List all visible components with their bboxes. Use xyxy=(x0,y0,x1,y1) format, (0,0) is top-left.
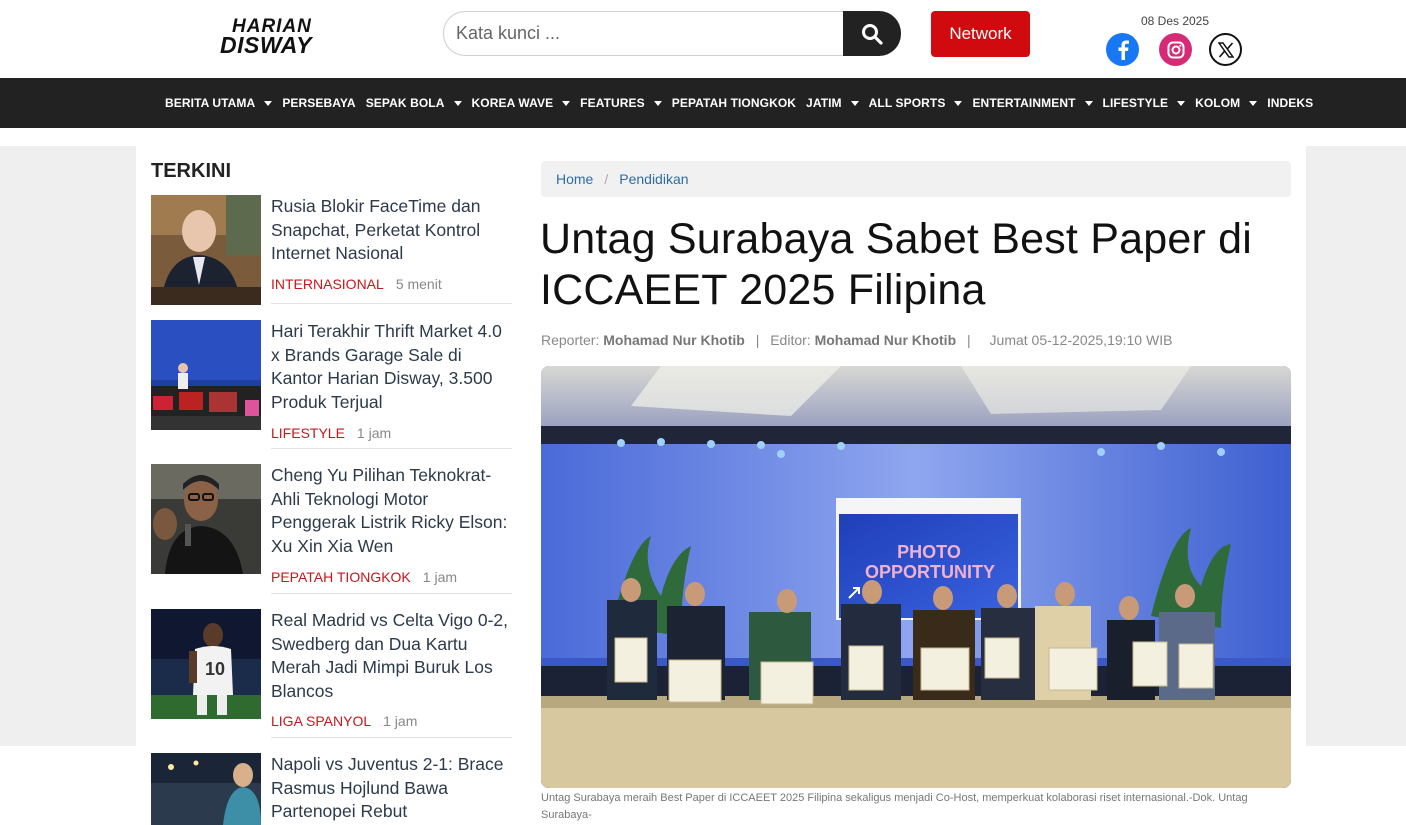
nav-item-label: KOREA WAVE xyxy=(471,96,554,110)
nav-item-label: KOLOM xyxy=(1195,96,1241,110)
breadcrumb-home[interactable]: Home xyxy=(556,171,593,187)
nav-item-entertainment[interactable]: ENTERTAINMENT xyxy=(972,96,1093,110)
caret-down-icon[interactable] xyxy=(954,100,963,106)
breadcrumb-separator: / xyxy=(604,171,609,187)
nav-item-berita-utama[interactable]: BERITA UTAMA xyxy=(165,96,273,110)
nav-item-label: JATIM xyxy=(806,96,842,110)
news-meta: LIFESTYLE 1 jam xyxy=(271,425,391,441)
news-thumbnail[interactable]: 10 xyxy=(151,609,261,719)
nav-list: BERITA UTAMA PERSEBAYA SEPAK BOLA KOREA WAV… xyxy=(165,78,1323,128)
current-date: 08 Des 2025 xyxy=(1140,14,1210,28)
sidebar-heading: TERKINI xyxy=(151,160,231,182)
search-icon xyxy=(862,23,883,45)
site-logo[interactable]: HARIAN DISWAY xyxy=(218,12,348,56)
image-caption: Untag Surabaya meraih Best Paper di ICCA… xyxy=(541,792,1248,821)
nav-item-label: SEPAK BOLA xyxy=(365,96,445,110)
network-button[interactable]: Network xyxy=(931,11,1030,57)
news-time: 1 jam xyxy=(383,713,418,729)
news-title[interactable]: Rusia Blokir FaceTime dan Snapchat, Perk… xyxy=(271,195,512,266)
reporter-label: Reporter: xyxy=(541,332,600,348)
nav-item-label: PERSEBAYA xyxy=(282,96,356,110)
news-meta: LIGA SPANYOL 1 jam xyxy=(271,713,417,729)
divider xyxy=(271,593,512,594)
hero-screen-text-1: PHOTO xyxy=(897,542,961,562)
editor-label: Editor: xyxy=(770,332,811,348)
caret-down-icon[interactable] xyxy=(562,100,571,106)
news-time: 1 jam xyxy=(356,425,392,441)
news-title[interactable]: Cheng Yu Pilihan Teknokrat-Ahli Teknolog… xyxy=(271,464,512,558)
top-header: HARIAN DISWAY Network 08 Des 2025 xyxy=(0,0,1406,78)
breadcrumb: Home / Pendidikan xyxy=(541,161,1291,197)
nav-item-features[interactable]: FEATURES xyxy=(580,96,662,110)
search-bar xyxy=(443,11,901,56)
nav-item-sepak-bola[interactable]: SEPAK BOLA xyxy=(366,96,462,110)
news-thumbnail[interactable] xyxy=(151,195,261,305)
nav-item-label: PEPATAH TIONGKOK xyxy=(671,96,797,110)
publish-datetime: Jumat 05-12-2025,19:10 WIB xyxy=(989,332,1173,348)
news-title[interactable]: Hari Terakhir Thrift Market 4.0 x Brands… xyxy=(271,320,512,414)
news-meta: INTERNASIONAL 5 menit xyxy=(271,276,442,292)
x-twitter-link[interactable] xyxy=(1209,33,1242,66)
caret-down-icon[interactable] xyxy=(1084,100,1093,106)
facebook-icon xyxy=(1118,40,1129,60)
nav-item-label: BERITA UTAMA xyxy=(165,96,256,110)
nav-item-all-sports[interactable]: ALL SPORTS xyxy=(869,96,963,110)
article-hero-image[interactable]: PHOTO OPPORTUNITY xyxy=(541,366,1291,788)
nav-item-korea-wave[interactable]: KOREA WAVE xyxy=(472,96,571,110)
news-category[interactable]: INTERNASIONAL xyxy=(271,276,384,292)
divider xyxy=(271,737,512,738)
nav-item-pepatah-tiongkok[interactable]: PEPATAH TIONGKOK xyxy=(672,96,796,110)
caret-down-icon[interactable] xyxy=(1177,100,1186,106)
search-button[interactable] xyxy=(843,11,901,56)
facebook-link[interactable] xyxy=(1106,33,1139,66)
news-thumbnail[interactable] xyxy=(151,753,261,825)
news-title[interactable]: Napoli vs Juventus 2-1: Brace Rasmus Hoj… xyxy=(271,753,512,824)
article-title: Untag Surabaya Sabet Best Paper di ICCAE… xyxy=(540,215,1252,314)
news-thumbnail[interactable] xyxy=(151,464,261,574)
byline-separator: | xyxy=(755,332,760,348)
news-category[interactable]: LIGA SPANYOL xyxy=(271,713,371,729)
caret-down-icon[interactable] xyxy=(653,100,662,106)
caret-down-icon[interactable] xyxy=(264,100,273,106)
news-title[interactable]: Real Madrid vs Celta Vigo 0-2, Swedberg … xyxy=(271,609,512,703)
nav-item-jatim[interactable]: JATIM xyxy=(806,96,859,110)
nav-item-kolom[interactable]: KOLOM xyxy=(1195,96,1258,110)
article-byline: Reporter: Mohamad Nur Khotib | Editor: M… xyxy=(541,332,1172,348)
caret-down-icon[interactable] xyxy=(1249,100,1258,106)
news-category[interactable]: LIFESTYLE xyxy=(271,425,345,441)
hero-screen-text-2: OPPORTUNITY xyxy=(865,562,995,582)
byline-separator: | xyxy=(967,332,971,348)
search-input[interactable] xyxy=(443,11,843,56)
reporter-name[interactable]: Mohamad Nur Khotib xyxy=(603,332,745,348)
news-thumbnail[interactable] xyxy=(151,320,261,430)
x-icon xyxy=(1217,41,1234,58)
nav-item-label: INDEKS xyxy=(1267,96,1314,110)
breadcrumb-category[interactable]: Pendidikan xyxy=(619,171,688,187)
divider xyxy=(271,448,512,449)
instagram-link[interactable] xyxy=(1159,33,1192,66)
editor-name[interactable]: Mohamad Nur Khotib xyxy=(815,332,957,348)
main-navigation: BERITA UTAMA PERSEBAYA SEPAK BOLA KOREA WAV… xyxy=(0,78,1406,128)
nav-item-label: LIFESTYLE xyxy=(1102,96,1169,110)
svg-text:10: 10 xyxy=(205,659,225,679)
nav-item-indeks[interactable]: INDEKS xyxy=(1267,96,1313,110)
divider xyxy=(271,303,512,304)
news-time: 5 menit xyxy=(395,276,442,292)
nav-item-label: FEATURES xyxy=(580,96,645,110)
nav-item-label: ALL SPORTS xyxy=(868,96,946,110)
news-category[interactable]: PEPATAH TIONGKOK xyxy=(271,569,411,585)
news-meta: PEPATAH TIONGKOK 1 jam xyxy=(271,569,457,585)
nav-item-lifestyle[interactable]: LIFESTYLE xyxy=(1103,96,1186,110)
nav-item-label: ENTERTAINMENT xyxy=(972,96,1076,110)
caret-down-icon[interactable] xyxy=(850,100,859,106)
instagram-icon xyxy=(1167,41,1184,58)
nav-item-persebaya[interactable]: PERSEBAYA xyxy=(282,96,355,110)
caret-down-icon[interactable] xyxy=(453,100,462,106)
news-time: 1 jam xyxy=(422,569,458,585)
